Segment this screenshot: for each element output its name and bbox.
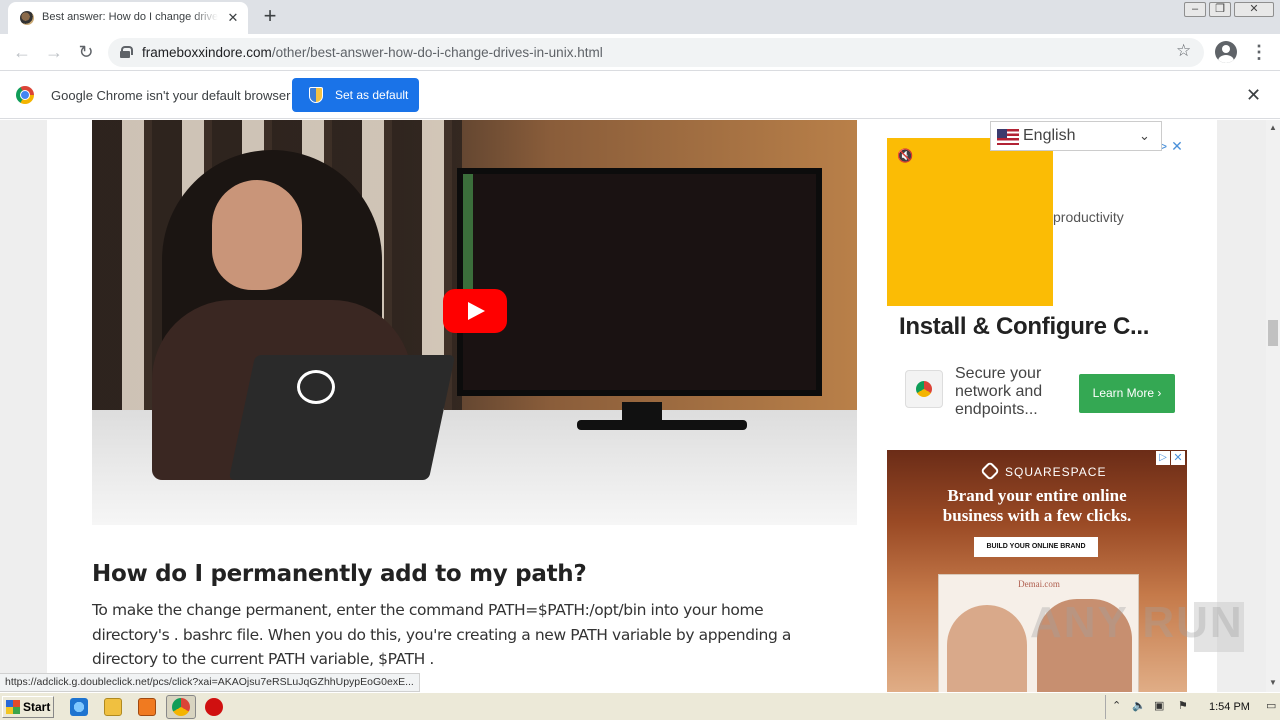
ad-headline-line2: business with a few clicks. <box>942 506 1132 525</box>
windows-taskbar: Start ⌃ 🔈 ▣ ⚑ ▭ 1:54 PM <box>0 692 1280 720</box>
set-as-default-label: Set as default <box>335 88 409 102</box>
flag-icon[interactable]: ⚑ <box>1178 699 1188 712</box>
scroll-down-icon[interactable]: ▼ <box>1269 678 1277 687</box>
ad-video-area[interactable]: 🔇 <box>887 138 1053 306</box>
monitor-base <box>577 420 747 430</box>
ad-choices-icon[interactable]: > ✕ <box>1159 138 1183 155</box>
anyrun-watermark: ANY RUN <box>1030 598 1244 647</box>
ad-snippet: productivity <box>1053 209 1124 225</box>
ad-headline: Brand your entire online business with a… <box>887 486 1187 526</box>
forward-arrow-icon[interactable]: → <box>42 40 66 64</box>
url-path: /other/best-answer-how-do-i-change-drive… <box>271 45 603 60</box>
article-paragraph: To make the change permanent, enter the … <box>92 601 792 668</box>
scrollbar-thumb[interactable] <box>1268 320 1278 346</box>
build-brand-button[interactable]: BUILD YOUR ONLINE BRAND <box>974 537 1098 557</box>
language-selector[interactable]: English ⌄ <box>990 121 1162 151</box>
infobar-message: Google Chrome isn't your default browser <box>51 88 291 103</box>
browser-tab[interactable]: Best answer: How do I change drive ✕ <box>8 2 248 34</box>
video-embed[interactable] <box>92 120 857 525</box>
taskbar-clock[interactable]: 1:54 PM <box>1209 701 1250 713</box>
ad-headline-line1: Brand your entire online <box>947 486 1127 505</box>
preview-site-name: Demai.com <box>1018 579 1060 589</box>
site-favicon-icon <box>20 11 34 25</box>
bookmark-star-icon[interactable]: ☆ <box>1176 41 1191 61</box>
folder-icon[interactable] <box>104 698 122 716</box>
tab-title: Best answer: How do I change drive <box>42 11 218 23</box>
learn-more-button[interactable]: Learn More › <box>1079 374 1175 413</box>
squarespace-ad[interactable]: SQUARESPACE Brand your entire online bus… <box>887 450 1187 692</box>
tray-expand-icon[interactable]: ⌃ <box>1112 699 1121 712</box>
chrome-menu-icon[interactable]: ⋮ <box>1250 41 1268 63</box>
video-laptop-sticker <box>297 370 335 404</box>
ad-description: Secure your network and endpoints... <box>955 365 1043 418</box>
start-button[interactable]: Start <box>2 696 54 718</box>
windows-logo-icon <box>6 700 20 714</box>
monitor-dock <box>463 174 473 294</box>
tab-strip: Best answer: How do I change drive ✕ + –… <box>0 0 1280 34</box>
ad-close-icon[interactable]: ✕ <box>1171 451 1185 465</box>
play-button-icon[interactable] <box>443 289 507 333</box>
infobar-close-icon[interactable]: ✕ <box>1246 85 1261 106</box>
lock-icon[interactable] <box>120 46 133 58</box>
media-player-icon[interactable] <box>138 698 156 716</box>
system-tray: ⌃ 🔈 ▣ ⚑ ▭ <box>1105 695 1280 719</box>
network-icon[interactable]: ▣ <box>1154 699 1164 712</box>
chevron-down-icon: ⌄ <box>1139 128 1150 143</box>
chrome-taskbar-icon <box>172 698 190 716</box>
antivirus-icon[interactable] <box>205 698 223 716</box>
new-tab-button[interactable]: + <box>258 4 282 28</box>
tab-close-icon[interactable]: ✕ <box>225 10 241 26</box>
ad-brand: SQUARESPACE <box>1005 465 1107 479</box>
default-browser-infobar: Google Chrome isn't your default browser… <box>0 71 1280 119</box>
scroll-up-icon[interactable]: ▲ <box>1269 123 1277 132</box>
minimize-button[interactable]: – <box>1184 2 1206 17</box>
video-person-face <box>212 180 302 290</box>
video-laptop <box>228 355 456 480</box>
profile-avatar-icon[interactable] <box>1215 41 1237 63</box>
us-flag-icon <box>997 129 1019 145</box>
page-viewport: How do I permanently add to my path? To … <box>0 120 1266 692</box>
page-scrollbar[interactable]: ▲ ▼ <box>1266 120 1280 692</box>
restore-button[interactable]: ❐ <box>1209 2 1231 17</box>
reload-icon[interactable]: ↻ <box>74 40 98 64</box>
set-as-default-button[interactable]: Set as default <box>292 78 419 112</box>
video-monitor <box>457 168 822 396</box>
preview-model-1 <box>947 605 1027 692</box>
language-label: English <box>1023 127 1076 144</box>
chrome-app-icon <box>905 370 943 408</box>
shield-icon <box>309 87 323 103</box>
chrome-logo-icon <box>16 86 34 104</box>
mute-icon[interactable]: 🔇 <box>897 148 913 164</box>
browser-toolbar: ← → ↻ frameboxxindore.com/other/best-ans… <box>0 34 1280 71</box>
squarespace-logo-icon <box>980 461 1000 481</box>
article-heading: How do I permanently add to my path? <box>92 561 587 587</box>
volume-icon[interactable]: 🔈 <box>1132 699 1146 712</box>
ad-headline[interactable]: Install & Configure C... <box>899 313 1184 341</box>
window-close-button[interactable]: ✕ <box>1234 2 1274 17</box>
url-text: frameboxxindore.com/other/best-answer-ho… <box>142 45 603 60</box>
chrome-enterprise-ad[interactable]: 🔇 > ✕ productivity Install & Configure C… <box>887 138 1187 428</box>
internet-explorer-icon[interactable] <box>70 698 88 716</box>
ad-choices-icon[interactable]: ▷ <box>1156 451 1170 465</box>
url-domain: frameboxxindore.com <box>142 45 272 60</box>
address-bar[interactable]: frameboxxindore.com/other/best-answer-ho… <box>108 38 1204 67</box>
show-desktop-icon[interactable]: ▭ <box>1266 699 1276 712</box>
back-arrow-icon[interactable]: ← <box>10 40 34 64</box>
status-link-preview: https://adclick.g.doubleclick.net/pcs/cl… <box>0 673 420 692</box>
start-label: Start <box>23 700 51 714</box>
